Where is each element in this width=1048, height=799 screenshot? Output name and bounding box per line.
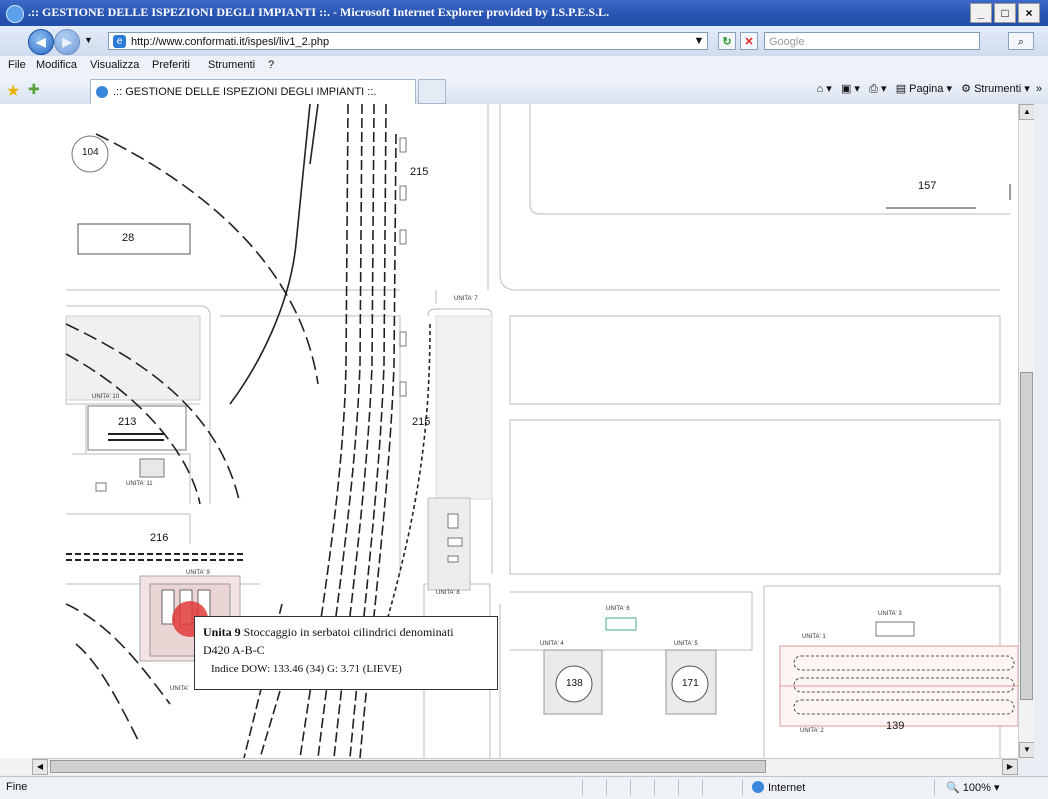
menu-visualizza[interactable]: Visualizza: [90, 59, 139, 71]
map-viewport[interactable]: 104 215 157 28 213 215 216 138 171 139 U…: [0, 104, 1018, 758]
tab-current[interactable]: .:: GESTIONE DELLE ISPEZIONI DEGLI IMPIA…: [90, 79, 416, 104]
unit-6-label: UNITA' 6: [606, 606, 630, 612]
page-menu-label: Pagina: [909, 83, 944, 95]
label-213: 213: [118, 416, 137, 428]
label-28: 28: [122, 232, 135, 244]
menu-preferiti[interactable]: Preferiti: [152, 59, 190, 71]
address-toolbar: ◀ ▶ ▼ e http://www.conformati.it/ispesl/…: [0, 26, 1048, 56]
vertical-scrollbar[interactable]: ▲ ▼: [1018, 104, 1035, 758]
status-segment: [678, 779, 701, 796]
unit-10-label: UNITA' 10: [92, 394, 120, 400]
window-title: .:: GESTIONE DELLE ISPEZIONI DEGLI IMPIA…: [28, 5, 610, 19]
label-104: 104: [82, 147, 99, 158]
tools-menu-label: Strumenti: [974, 83, 1022, 95]
label-157: 157: [918, 180, 937, 192]
search-input[interactable]: Google: [764, 32, 980, 50]
search-icon[interactable]: ⌕: [1008, 32, 1034, 50]
ie-logo-icon: [6, 5, 24, 23]
command-bar: ⌂ ▾ ▣ ▾ ⎙ ▾ ▤ Pagina ▾ ⚙ Strumenti ▾ »: [817, 82, 1042, 96]
window-edge: [1034, 104, 1048, 758]
menu-modifica[interactable]: Modifica: [36, 59, 77, 71]
scroll-right-icon[interactable]: ▶: [1002, 759, 1018, 775]
status-segment: [630, 779, 653, 796]
popup-line3: Indice DOW: 133.46 (34) G: 3.71 (LIEVE): [211, 663, 402, 675]
unit-3-label: UNITA' 3: [878, 611, 902, 617]
tab-bar: ★ ✚ .:: GESTIONE DELLE ISPEZIONI DEGLI I…: [0, 76, 1048, 105]
scroll-down-icon[interactable]: ▼: [1019, 742, 1035, 758]
horizontal-scroll-thumb[interactable]: [50, 760, 766, 773]
refresh-button[interactable]: ↻: [718, 32, 736, 50]
page-menu[interactable]: ▤ Pagina ▾: [896, 83, 952, 95]
window-controls: _ □ ×: [970, 3, 1040, 23]
unit-9-label: UNITA' 9: [186, 570, 210, 576]
scroll-left-icon[interactable]: ◀: [32, 759, 48, 775]
home-icon[interactable]: ⌂ ▾: [817, 83, 832, 95]
add-favorite-icon[interactable]: ✚: [28, 81, 40, 98]
unit-1-label: UNITA' 1: [802, 634, 826, 640]
maximize-button[interactable]: □: [994, 3, 1016, 23]
address-field[interactable]: e http://www.conformati.it/ispesl/liv1_2…: [108, 32, 708, 50]
scroll-up-icon[interactable]: ▲: [1019, 104, 1035, 120]
unit-12-label: UNITA': [170, 686, 189, 692]
unit-8-label: UNITA' 8: [436, 590, 460, 596]
forward-button[interactable]: ▶: [54, 29, 80, 55]
history-dropdown-icon[interactable]: ▼: [84, 35, 93, 45]
status-segment: [582, 779, 605, 796]
window-titlebar: .:: GESTIONE DELLE ISPEZIONI DEGLI IMPIA…: [0, 0, 1048, 26]
popup-title: Unita 9: [203, 625, 241, 639]
unit-5-label: UNITA' 5: [674, 641, 698, 647]
vertical-scroll-thumb[interactable]: [1020, 372, 1033, 700]
plant-map: [65, 104, 1018, 758]
page-icon: e: [113, 35, 126, 48]
hscroll-spacer: [0, 758, 32, 774]
tab-label: .:: GESTIONE DELLE ISPEZIONI DEGLI IMPIA…: [113, 86, 377, 98]
tab-page-icon: [96, 86, 108, 98]
label-215-mid: 215: [412, 416, 431, 428]
label-216: 216: [150, 532, 169, 544]
globe-icon: [752, 781, 764, 793]
unit-info-popup: Unita 9 Stoccaggio in serbatoi cilindric…: [194, 616, 498, 690]
menu-strumenti[interactable]: Strumenti: [208, 59, 255, 71]
stop-button[interactable]: ✕: [740, 32, 758, 50]
horizontal-scrollbar[interactable]: ◀ ▶: [32, 758, 1018, 775]
more-chevron-icon[interactable]: »: [1036, 83, 1042, 95]
zoom-level: 100%: [962, 782, 991, 794]
status-text: Fine: [6, 781, 28, 793]
zoom-control[interactable]: 🔍 100% ▾: [946, 781, 999, 794]
unit-2-label: UNITA' 2: [800, 728, 824, 734]
menu-bar: File Modifica Visualizza Preferiti Strum…: [0, 56, 1048, 77]
label-138: 138: [566, 678, 583, 689]
print-icon[interactable]: ⎙ ▾: [869, 83, 886, 95]
back-button[interactable]: ◀: [28, 29, 54, 55]
status-segment: [654, 779, 677, 796]
popup-line2: D420 A-B-C: [203, 643, 265, 657]
unit-7-label: UNITA' 7: [454, 296, 478, 302]
address-dropdown-icon[interactable]: ▼: [692, 32, 706, 50]
unit-4-label: UNITA' 4: [540, 641, 564, 647]
status-bar: Fine Internet 🔍 100% ▾: [0, 776, 1048, 799]
close-button[interactable]: ×: [1018, 3, 1040, 23]
tools-menu[interactable]: ⚙ Strumenti ▾: [961, 83, 1030, 95]
new-tab-button[interactable]: [418, 79, 446, 104]
minimize-button[interactable]: _: [970, 3, 992, 23]
feeds-icon[interactable]: ▣ ▾: [841, 83, 860, 95]
address-url: http://www.conformati.it/ispesl/liv1_2.p…: [131, 36, 330, 48]
popup-line1: Stoccaggio in serbatoi cilindrici denomi…: [243, 625, 454, 639]
status-segment: [606, 779, 629, 796]
favorites-star-icon[interactable]: ★: [6, 81, 20, 101]
label-171: 171: [682, 678, 699, 689]
security-zone[interactable]: Internet: [752, 781, 805, 794]
label-139: 139: [886, 720, 905, 732]
label-215-top: 215: [410, 166, 429, 178]
status-segment: [702, 779, 725, 796]
menu-file[interactable]: File: [8, 59, 26, 71]
menu-help[interactable]: ?: [268, 59, 274, 71]
unit-11-label: UNITA' 11: [126, 481, 153, 487]
zone-label: Internet: [768, 782, 806, 794]
